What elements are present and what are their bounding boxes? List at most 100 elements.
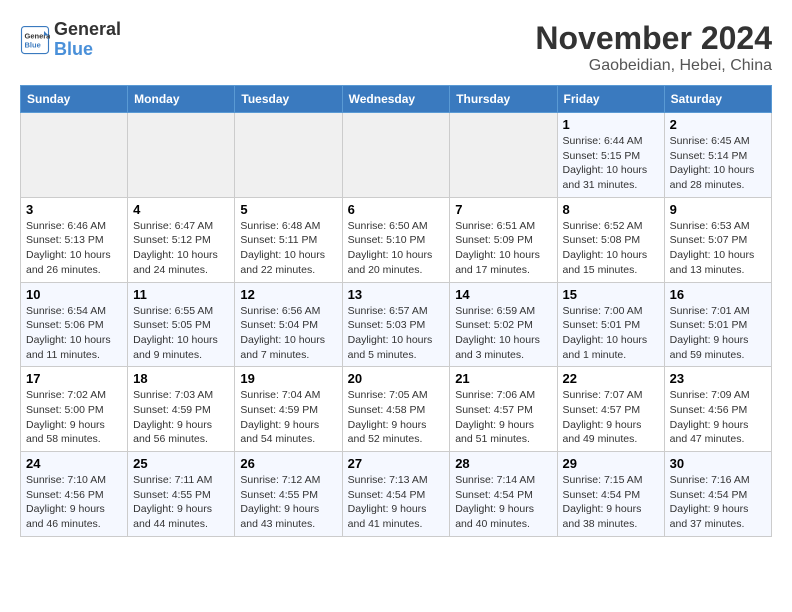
day-info: Sunrise: 7:01 AM Sunset: 5:01 PM Dayligh… [670,304,766,363]
day-info: Sunrise: 6:52 AM Sunset: 5:08 PM Dayligh… [563,219,659,278]
day-info: Sunrise: 7:10 AM Sunset: 4:56 PM Dayligh… [26,473,122,532]
day-number: 16 [670,287,766,302]
day-cell: 18Sunrise: 7:03 AM Sunset: 4:59 PM Dayli… [128,367,235,452]
day-number: 10 [26,287,122,302]
page-header: General Blue GeneralBlue November 2024 G… [20,20,772,75]
day-number: 4 [133,202,229,217]
logo-icon: General Blue [20,25,50,55]
day-cell: 16 Sunrise: 7:01 AM Sunset: 5:01 PM Dayli… [664,282,771,367]
day-cell: 28 Sunrise: 7:14 AM Sunset: 4:54 PM Dayli… [450,452,557,537]
day-info: Sunrise: 6:50 AM Sunset: 5:10 PM Dayligh… [348,219,445,278]
day-number: 27 [348,456,445,471]
day-number: 2 [670,117,766,132]
day-info: Sunrise: 7:09 AM Sunset: 4:56 PM Dayligh… [670,388,766,447]
day-number: 12 [240,287,336,302]
day-number: 5 [240,202,336,217]
day-cell: 27Sunrise: 7:13 AM Sunset: 4:54 PM Dayli… [342,452,450,537]
day-info: Sunrise: 7:16 AM Sunset: 4:54 PM Dayligh… [670,473,766,532]
day-number: 26 [240,456,336,471]
weekday-header-friday: Friday [557,86,664,113]
day-info: Sunrise: 7:14 AM Sunset: 4:54 PM Dayligh… [455,473,551,532]
day-cell: 22Sunrise: 7:07 AM Sunset: 4:57 PM Dayli… [557,367,664,452]
week-row-4: 17Sunrise: 7:02 AM Sunset: 5:00 PM Dayli… [21,367,772,452]
week-row-5: 24 Sunrise: 7:10 AM Sunset: 4:56 PM Dayli… [21,452,772,537]
weekday-header-monday: Monday [128,86,235,113]
day-cell: 21 Sunrise: 7:06 AM Sunset: 4:57 PM Dayli… [450,367,557,452]
day-info: Sunrise: 6:45 AM Sunset: 5:14 PM Dayligh… [670,134,766,193]
day-info: Sunrise: 7:11 AM Sunset: 4:55 PM Dayligh… [133,473,229,532]
day-info: Sunrise: 7:15 AM Sunset: 4:54 PM Dayligh… [563,473,659,532]
day-cell: 12Sunrise: 6:56 AM Sunset: 5:04 PM Dayli… [235,282,342,367]
day-info: Sunrise: 7:00 AM Sunset: 5:01 PM Dayligh… [563,304,659,363]
day-number: 24 [26,456,122,471]
day-number: 25 [133,456,229,471]
day-info: Sunrise: 7:06 AM Sunset: 4:57 PM Dayligh… [455,388,551,447]
day-cell: 9 Sunrise: 6:53 AM Sunset: 5:07 PM Daylig… [664,197,771,282]
day-cell: 4 Sunrise: 6:47 AM Sunset: 5:12 PM Daylig… [128,197,235,282]
weekday-header-wednesday: Wednesday [342,86,450,113]
day-number: 8 [563,202,659,217]
day-info: Sunrise: 7:03 AM Sunset: 4:59 PM Dayligh… [133,388,229,447]
day-cell: 1 Sunrise: 6:44 AM Sunset: 5:15 PM Daylig… [557,113,664,198]
day-number: 19 [240,371,336,386]
week-row-1: 1 Sunrise: 6:44 AM Sunset: 5:15 PM Daylig… [21,113,772,198]
day-cell: 23 Sunrise: 7:09 AM Sunset: 4:56 PM Dayli… [664,367,771,452]
weekday-header-thursday: Thursday [450,86,557,113]
day-cell: 30 Sunrise: 7:16 AM Sunset: 4:54 PM Dayli… [664,452,771,537]
day-number: 13 [348,287,445,302]
day-cell: 10 Sunrise: 6:54 AM Sunset: 5:06 PM Dayli… [21,282,128,367]
day-number: 7 [455,202,551,217]
day-cell: 20 Sunrise: 7:05 AM Sunset: 4:58 PM Dayli… [342,367,450,452]
day-number: 23 [670,371,766,386]
day-cell: 3 Sunrise: 6:46 AM Sunset: 5:13 PM Daylig… [21,197,128,282]
day-cell: 17Sunrise: 7:02 AM Sunset: 5:00 PM Dayli… [21,367,128,452]
day-cell: 26 Sunrise: 7:12 AM Sunset: 4:55 PM Dayli… [235,452,342,537]
weekday-header-sunday: Sunday [21,86,128,113]
week-row-3: 10 Sunrise: 6:54 AM Sunset: 5:06 PM Dayli… [21,282,772,367]
day-cell: 19 Sunrise: 7:04 AM Sunset: 4:59 PM Dayli… [235,367,342,452]
week-row-2: 3 Sunrise: 6:46 AM Sunset: 5:13 PM Daylig… [21,197,772,282]
month-title: November 2024 [535,20,772,57]
weekday-header-saturday: Saturday [664,86,771,113]
day-number: 9 [670,202,766,217]
day-info: Sunrise: 7:02 AM Sunset: 5:00 PM Dayligh… [26,388,122,447]
weekday-header-row: SundayMondayTuesdayWednesdayThursdayFrid… [21,86,772,113]
svg-text:Blue: Blue [25,40,41,49]
day-info: Sunrise: 7:05 AM Sunset: 4:58 PM Dayligh… [348,388,445,447]
location-title: Gaobeidian, Hebei, China [535,57,772,75]
day-info: Sunrise: 6:46 AM Sunset: 5:13 PM Dayligh… [26,219,122,278]
day-number: 20 [348,371,445,386]
day-info: Sunrise: 6:53 AM Sunset: 5:07 PM Dayligh… [670,219,766,278]
day-cell: 29 Sunrise: 7:15 AM Sunset: 4:54 PM Dayli… [557,452,664,537]
day-number: 29 [563,456,659,471]
day-info: Sunrise: 7:07 AM Sunset: 4:57 PM Dayligh… [563,388,659,447]
day-cell: 7 Sunrise: 6:51 AM Sunset: 5:09 PM Daylig… [450,197,557,282]
day-info: Sunrise: 6:47 AM Sunset: 5:12 PM Dayligh… [133,219,229,278]
day-cell [128,113,235,198]
day-number: 3 [26,202,122,217]
day-cell: 13Sunrise: 6:57 AM Sunset: 5:03 PM Dayli… [342,282,450,367]
day-info: Sunrise: 6:59 AM Sunset: 5:02 PM Dayligh… [455,304,551,363]
day-info: Sunrise: 6:44 AM Sunset: 5:15 PM Dayligh… [563,134,659,193]
day-cell: 5 Sunrise: 6:48 AM Sunset: 5:11 PM Daylig… [235,197,342,282]
day-info: Sunrise: 6:48 AM Sunset: 5:11 PM Dayligh… [240,219,336,278]
day-info: Sunrise: 7:12 AM Sunset: 4:55 PM Dayligh… [240,473,336,532]
day-cell: 15Sunrise: 7:00 AM Sunset: 5:01 PM Dayli… [557,282,664,367]
day-cell [21,113,128,198]
weekday-header-tuesday: Tuesday [235,86,342,113]
day-number: 14 [455,287,551,302]
day-cell: 24 Sunrise: 7:10 AM Sunset: 4:56 PM Dayli… [21,452,128,537]
day-number: 21 [455,371,551,386]
day-number: 28 [455,456,551,471]
day-cell: 14 Sunrise: 6:59 AM Sunset: 5:02 PM Dayli… [450,282,557,367]
day-cell [342,113,450,198]
day-info: Sunrise: 6:51 AM Sunset: 5:09 PM Dayligh… [455,219,551,278]
day-number: 1 [563,117,659,132]
day-cell: 6Sunrise: 6:50 AM Sunset: 5:10 PM Daylig… [342,197,450,282]
day-info: Sunrise: 7:04 AM Sunset: 4:59 PM Dayligh… [240,388,336,447]
calendar-table: SundayMondayTuesdayWednesdayThursdayFrid… [20,85,772,537]
day-number: 30 [670,456,766,471]
day-info: Sunrise: 6:54 AM Sunset: 5:06 PM Dayligh… [26,304,122,363]
day-number: 11 [133,287,229,302]
logo: General Blue GeneralBlue [20,20,121,60]
